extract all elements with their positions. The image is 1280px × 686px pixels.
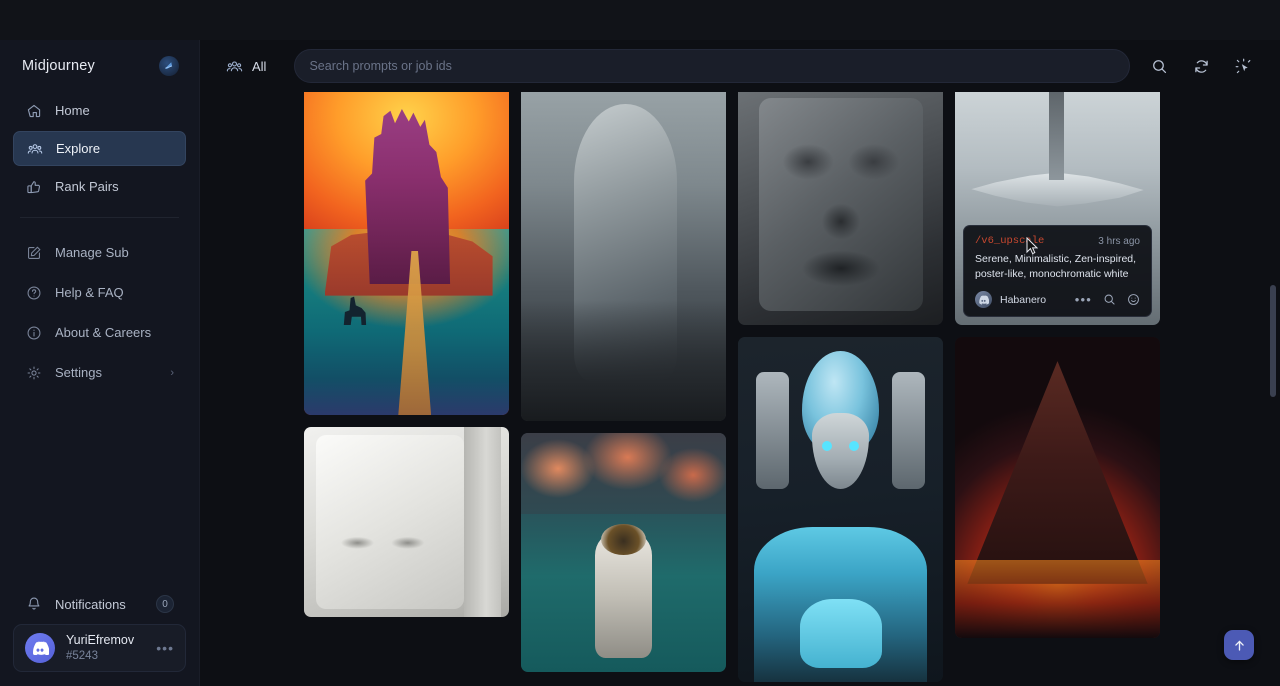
avatar xyxy=(975,291,992,308)
sidebar-item-label: About & Careers xyxy=(55,325,151,340)
sidebar-item-manage-sub[interactable]: Manage Sub xyxy=(13,236,186,269)
job-info-overlay: /v6_upscale 3 hrs ago Serene, Minimalist… xyxy=(963,225,1152,317)
tile-zen-reflection[interactable]: /v6_upscale 3 hrs ago Serene, Minimalist… xyxy=(955,88,1160,325)
sidebar-item-label: Help & FAQ xyxy=(55,285,124,300)
sidebar-item-label: Rank Pairs xyxy=(55,179,119,194)
job-author-name: Habanero xyxy=(1000,294,1046,306)
edit-square-icon xyxy=(25,244,42,261)
notifications-badge: 0 xyxy=(156,595,174,613)
job-command-tag: /v6_upscale xyxy=(975,235,1044,247)
user-menu-button[interactable]: ••• xyxy=(156,640,174,656)
refresh-icon xyxy=(1193,58,1210,75)
midjourney-app: Midjourney Home Explore xyxy=(0,0,1280,686)
filter-all-button[interactable]: All xyxy=(216,52,276,81)
gear-icon xyxy=(25,364,42,381)
sidebar-item-label: Manage Sub xyxy=(55,245,129,260)
gallery-column-4: /v6_upscale 3 hrs ago Serene, Minimalist… xyxy=(955,88,1160,682)
tile-snow-face[interactable] xyxy=(304,427,509,617)
tile-shrouded-figure[interactable] xyxy=(521,88,726,421)
more-options-button[interactable]: ••• xyxy=(1075,293,1092,306)
artwork-image xyxy=(521,433,726,672)
search-button[interactable] xyxy=(1144,51,1174,81)
thumbs-up-icon xyxy=(25,178,42,195)
tile-android-woman[interactable] xyxy=(738,337,943,682)
masonry-columns: /v6_upscale 3 hrs ago Serene, Minimalist… xyxy=(200,88,1265,682)
artwork-image xyxy=(521,88,726,421)
gallery-column-2 xyxy=(521,88,726,682)
overlay-header: /v6_upscale 3 hrs ago xyxy=(975,235,1140,247)
discord-icon xyxy=(25,633,55,663)
top-chrome-band xyxy=(0,0,1280,40)
sidebar-primary-nav: Home Explore Rank Pairs xyxy=(0,90,199,203)
brand-title: Midjourney xyxy=(22,58,95,74)
user-tag: #5243 xyxy=(66,649,134,663)
tile-burning-pyramid[interactable] xyxy=(955,337,1160,638)
sidebar-item-settings[interactable]: Settings › xyxy=(13,356,186,389)
sidebar-divider xyxy=(20,217,179,218)
artwork-image xyxy=(304,88,509,415)
filter-label: All xyxy=(252,59,266,74)
refresh-button[interactable] xyxy=(1186,51,1216,81)
sidebar-secondary-nav: Manage Sub Help & FAQ About & Careers Se… xyxy=(0,232,199,389)
artwork-image xyxy=(955,337,1160,638)
home-icon xyxy=(25,102,42,119)
sparkle-cursor-button[interactable] xyxy=(1228,51,1258,81)
user-name: YuriEfremov xyxy=(66,633,134,649)
job-prompt-text: Serene, Minimalistic, Zen-inspired, post… xyxy=(975,252,1140,282)
react-action-button[interactable] xyxy=(1127,293,1140,306)
chevron-right-icon: › xyxy=(170,367,174,379)
arrow-up-icon xyxy=(1232,638,1247,653)
sidebar-item-label: Settings xyxy=(55,365,102,380)
people-group-icon xyxy=(226,58,243,75)
magnifier-icon xyxy=(1151,58,1168,75)
tile-underwater-astronaut[interactable] xyxy=(521,433,726,672)
sidebar-item-notifications[interactable]: Notifications 0 xyxy=(13,588,186,620)
sidebar-item-about-careers[interactable]: About & Careers xyxy=(13,316,186,349)
bell-icon xyxy=(25,596,42,613)
sparkle-cursor-icon xyxy=(1235,58,1252,75)
job-timestamp: 3 hrs ago xyxy=(1098,236,1140,247)
overlay-actions: ••• xyxy=(1075,293,1140,306)
sidebar-item-help-faq[interactable]: Help & FAQ xyxy=(13,276,186,309)
question-circle-icon xyxy=(25,284,42,301)
search-input[interactable] xyxy=(309,59,1115,73)
overlay-footer: Habanero ••• xyxy=(975,291,1140,308)
top-toolbar: All xyxy=(200,40,1280,92)
brand-row: Midjourney xyxy=(0,40,199,90)
user-meta: YuriEfremov #5243 xyxy=(66,633,134,663)
tile-desert-rider[interactable] xyxy=(304,88,509,415)
page-scrollbar[interactable] xyxy=(1269,92,1277,682)
notifications-label: Notifications xyxy=(55,597,126,612)
people-group-icon xyxy=(26,140,43,157)
sidebar: Midjourney Home Explore xyxy=(0,40,200,686)
artwork-image xyxy=(304,427,509,617)
gallery-column-1 xyxy=(304,88,509,682)
sidebar-item-label: Explore xyxy=(56,141,100,156)
gallery-grid: /v6_upscale 3 hrs ago Serene, Minimalist… xyxy=(200,88,1280,686)
scrollbar-thumb[interactable] xyxy=(1270,285,1276,397)
gallery-column-3 xyxy=(738,88,943,682)
sidebar-item-rank-pairs[interactable]: Rank Pairs xyxy=(13,170,186,203)
sidebar-item-home[interactable]: Home xyxy=(13,94,186,127)
sidebar-item-label: Home xyxy=(55,103,90,118)
search-bar[interactable] xyxy=(294,49,1130,83)
info-circle-icon xyxy=(25,324,42,341)
sidebar-item-explore[interactable]: Explore xyxy=(13,131,186,166)
scroll-to-top-button[interactable] xyxy=(1224,630,1254,660)
user-profile-card[interactable]: YuriEfremov #5243 ••• xyxy=(13,624,186,672)
tile-stone-face[interactable] xyxy=(738,88,943,325)
sail-pin-icon[interactable] xyxy=(159,56,179,76)
magnifier-icon xyxy=(1103,293,1116,306)
artwork-image xyxy=(738,88,943,325)
zoom-action-button[interactable] xyxy=(1103,293,1116,306)
artwork-image xyxy=(738,337,943,682)
smiley-icon xyxy=(1127,293,1140,306)
